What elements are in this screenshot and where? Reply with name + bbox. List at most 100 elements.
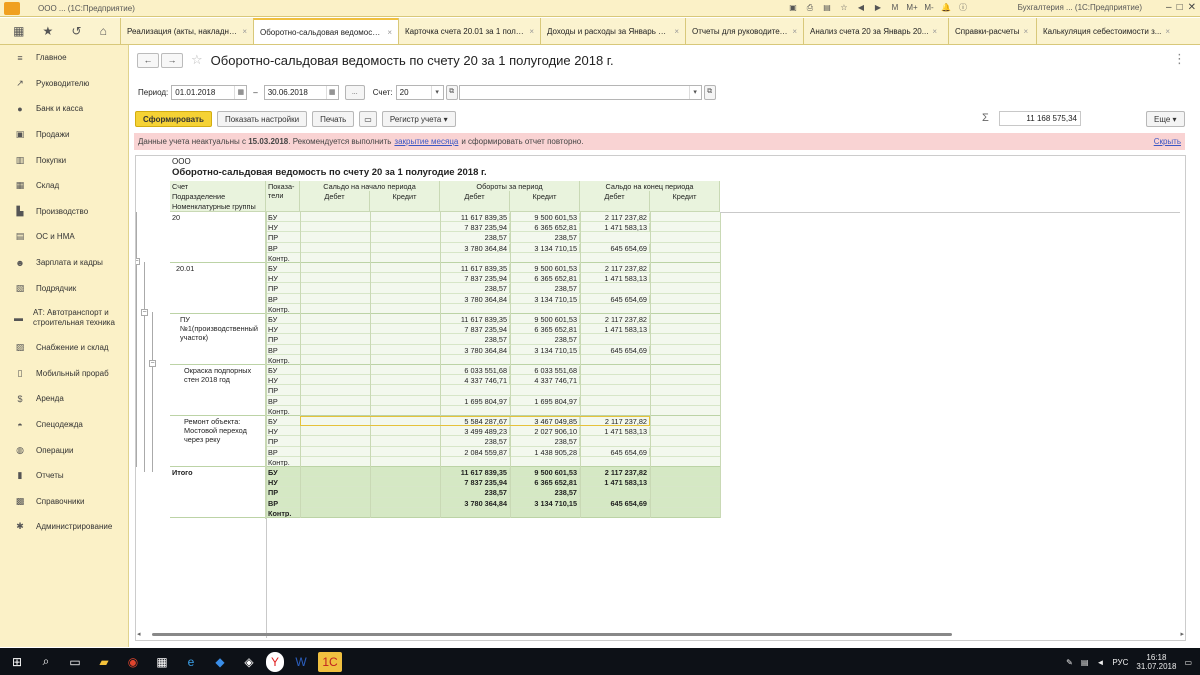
tab-close-icon[interactable]: × bbox=[529, 27, 534, 36]
language-indicator[interactable]: РУС bbox=[1112, 658, 1128, 667]
chrome-icon[interactable]: ◉ bbox=[121, 652, 145, 672]
search-icon[interactable]: ⌕ bbox=[34, 652, 58, 672]
memory-minus-icon[interactable]: M- bbox=[922, 2, 936, 14]
forward-icon[interactable]: ▶ bbox=[871, 2, 885, 14]
close-icon[interactable]: ✕ bbox=[1188, 2, 1196, 13]
back-icon[interactable]: ◀ bbox=[854, 2, 868, 14]
tab-4[interactable]: Доходы и расходы за Январь 20... × bbox=[540, 18, 685, 44]
minimize-icon[interactable]: – bbox=[1166, 2, 1172, 13]
tab-7[interactable]: Справки-расчеты × bbox=[948, 18, 1036, 44]
yandex-icon[interactable]: Y bbox=[266, 651, 284, 672]
collapse-toggle-icon[interactable]: − bbox=[141, 309, 148, 316]
history-icon[interactable]: ↺ bbox=[71, 24, 81, 38]
chevron-down-icon[interactable]: ▾ bbox=[430, 85, 443, 99]
word-icon[interactable]: W bbox=[289, 652, 313, 672]
scroll-thumb[interactable] bbox=[152, 633, 952, 636]
scroll-right-icon[interactable]: ▸ bbox=[1180, 630, 1184, 638]
memory-icon[interactable]: M bbox=[888, 2, 902, 14]
maximize-icon[interactable]: □ bbox=[1177, 2, 1183, 13]
tab-close-icon[interactable]: × bbox=[1023, 27, 1028, 36]
tab-close-icon[interactable]: × bbox=[1165, 27, 1170, 36]
tab-close-icon[interactable]: × bbox=[242, 27, 247, 36]
sidebar-item-5[interactable]: ▥ Покупки bbox=[0, 147, 128, 173]
tab-2[interactable]: Оборотно-сальдовая ведомость ... × bbox=[253, 18, 398, 44]
notifications-icon[interactable]: ▭ bbox=[1184, 658, 1192, 667]
horizontal-scrollbar[interactable]: ◂ ▸ bbox=[135, 630, 1186, 639]
tab-3[interactable]: Карточка счета 20.01 за 1 полуг... × bbox=[398, 18, 540, 44]
collapse-toggle-icon[interactable]: − bbox=[136, 258, 140, 265]
sidebar-item-6[interactable]: ▦ Склад bbox=[0, 173, 128, 199]
app-logo-icon[interactable] bbox=[4, 1, 20, 15]
sidebar-item-2[interactable]: ↗ Руководителю bbox=[0, 71, 128, 97]
sidebar-item-1[interactable]: ≡ Главное bbox=[0, 45, 128, 71]
info-icon[interactable]: ⓘ bbox=[956, 2, 970, 14]
print-button[interactable]: Печать bbox=[312, 111, 355, 127]
save-report-icon[interactable]: ▭ bbox=[359, 111, 377, 127]
generate-button[interactable]: Сформировать bbox=[135, 111, 212, 127]
grid-icon[interactable]: ▦ bbox=[13, 24, 24, 38]
sidebar-item-4[interactable]: ▣ Продажи bbox=[0, 122, 128, 148]
ie-icon[interactable]: e bbox=[179, 652, 203, 672]
preview-icon[interactable]: ▤ bbox=[820, 2, 834, 14]
sidebar-item-15[interactable]: ◓ Спецодежда bbox=[0, 412, 128, 438]
scroll-left-icon[interactable]: ◂ bbox=[137, 630, 141, 638]
period-select-button[interactable]: ... bbox=[344, 84, 365, 100]
sidebar-item-13[interactable]: ▯ Мобильный прораб bbox=[0, 361, 128, 387]
collapse-toggle-icon[interactable]: − bbox=[149, 360, 156, 367]
sidebar-item-9[interactable]: ☻ Зарплата и кадры bbox=[0, 250, 128, 276]
clock[interactable]: 16:18 31.07.2018 bbox=[1136, 653, 1176, 671]
tab-1[interactable]: Реализация (акты, накладные) × bbox=[120, 18, 253, 44]
sidebar-item-10[interactable]: ▧ Подрядчик bbox=[0, 275, 128, 301]
register-button[interactable]: Регистр учета ▾ bbox=[381, 111, 456, 127]
more-button[interactable]: Еще ▾ bbox=[1146, 111, 1185, 127]
hide-alert-link[interactable]: Скрыть bbox=[1154, 137, 1181, 146]
open-link-icon[interactable]: ⧉ bbox=[445, 84, 458, 100]
period-to-field[interactable]: 30.06.2018 ▦ bbox=[263, 84, 339, 100]
task-view-icon[interactable]: ▭ bbox=[63, 652, 87, 672]
sidebar-item-16[interactable]: ◍ Операции bbox=[0, 437, 128, 463]
tab-close-icon[interactable]: × bbox=[387, 28, 392, 37]
1c-icon[interactable]: 1С bbox=[318, 651, 342, 672]
bell-icon[interactable]: 🔔 bbox=[939, 2, 953, 14]
favorites-icon[interactable]: ★ bbox=[43, 24, 54, 38]
favorite-star-icon[interactable]: ☆ bbox=[191, 52, 203, 68]
calendar-icon[interactable]: ▦ bbox=[325, 85, 338, 99]
month-close-link[interactable]: закрытие месяца bbox=[394, 137, 458, 146]
dropbox-icon[interactable]: ◆ bbox=[208, 652, 232, 672]
sidebar-item-12[interactable]: ▨ Снабжение и склад bbox=[0, 335, 128, 361]
app-icon[interactable]: ◈ bbox=[237, 652, 261, 672]
open-link-icon[interactable]: ⧉ bbox=[703, 84, 716, 100]
windows-start-icon[interactable]: ⊞ bbox=[5, 652, 29, 672]
print-icon[interactable]: ⎙ bbox=[803, 2, 817, 14]
report-area[interactable]: ООО Оборотно-сальдовая ведомость по счету… bbox=[135, 155, 1186, 641]
favorite-icon[interactable]: ☆ bbox=[837, 2, 851, 14]
save-icon[interactable]: ▣ bbox=[786, 2, 800, 14]
sidebar-item-11[interactable]: ▬ АТ: Автотранспорт и строительная техник… bbox=[0, 301, 128, 335]
sidebar-item-7[interactable]: ▙ Производство bbox=[0, 199, 128, 225]
sidebar-item-8[interactable]: ▤ ОС и НМА bbox=[0, 224, 128, 250]
calculator-icon[interactable]: ▦ bbox=[150, 652, 174, 672]
show-settings-button[interactable]: Показать настройки bbox=[216, 111, 308, 127]
tab-5[interactable]: Отчеты для руководителя × bbox=[685, 18, 803, 44]
back-button[interactable]: ← bbox=[137, 52, 159, 68]
pen-icon[interactable]: ✎ bbox=[1066, 658, 1073, 667]
account-field[interactable]: 20 ▾ bbox=[395, 84, 444, 100]
organization-field[interactable]: ▾ bbox=[458, 84, 702, 100]
calendar-icon[interactable]: ▦ bbox=[234, 85, 246, 99]
chevron-down-icon[interactable]: ▾ bbox=[688, 85, 701, 99]
sidebar-item-19[interactable]: ✱ Администрирование bbox=[0, 514, 128, 540]
current-user[interactable]: Бухгалтерия ... (1С:Предприятие) bbox=[1018, 3, 1142, 12]
tab-8[interactable]: Калькуляция себестоимости з... × bbox=[1036, 18, 1184, 44]
home-icon[interactable]: ⌂ bbox=[100, 24, 107, 38]
volume-icon[interactable]: ◄ bbox=[1096, 658, 1104, 667]
sidebar-item-18[interactable]: ▩ Справочники bbox=[0, 489, 128, 515]
tab-close-icon[interactable]: × bbox=[792, 27, 797, 36]
tab-close-icon[interactable]: × bbox=[674, 27, 679, 36]
more-vertical-icon[interactable]: ⋮ bbox=[1173, 51, 1186, 67]
tab-close-icon[interactable]: × bbox=[932, 27, 937, 36]
forward-button[interactable]: → bbox=[161, 52, 183, 68]
sidebar-item-3[interactable]: ● Банк и касса bbox=[0, 96, 128, 122]
network-icon[interactable]: ▤ bbox=[1081, 658, 1089, 667]
explorer-icon[interactable]: ▰ bbox=[92, 652, 116, 672]
period-from-field[interactable]: 01.01.2018 ▦ bbox=[171, 84, 248, 100]
